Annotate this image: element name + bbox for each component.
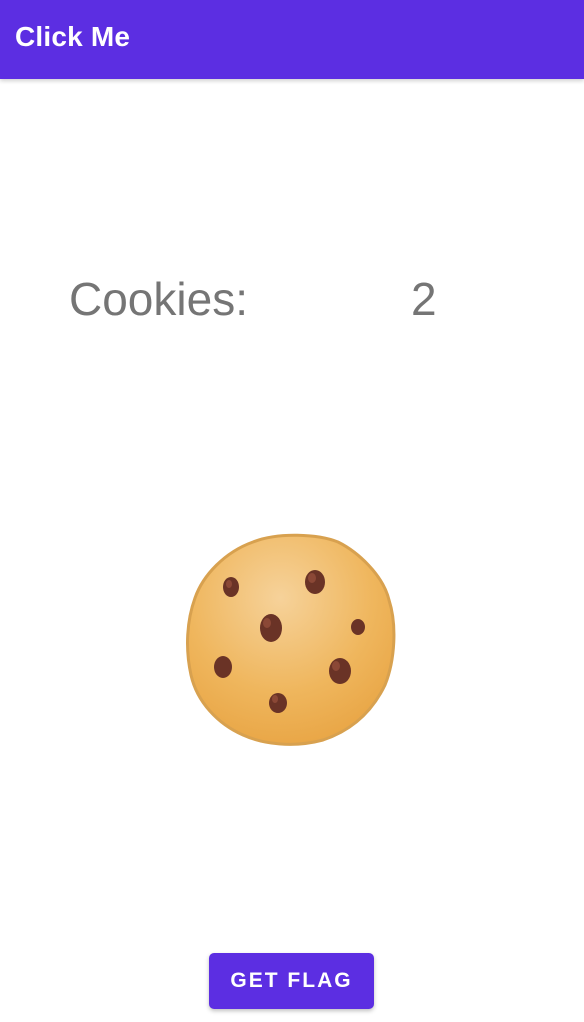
app-bar: Click Me: [0, 0, 584, 79]
cookies-count: 2: [411, 273, 437, 325]
get-flag-button[interactable]: GET FLAG: [209, 953, 374, 1009]
cookie-icon: [186, 533, 396, 746]
app-screen: Click Me Cookies: 2 GET FLAG: [0, 0, 584, 1022]
cookie-button[interactable]: [183, 530, 399, 748]
cookies-label: Cookies:: [69, 273, 248, 325]
app-title: Click Me: [15, 21, 131, 52]
